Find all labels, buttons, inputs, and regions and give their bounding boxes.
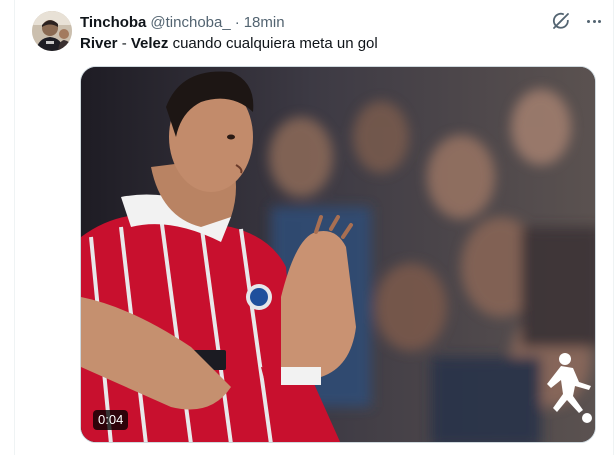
- separator-dot: ·: [234, 13, 240, 31]
- more-options-icon[interactable]: [584, 11, 604, 31]
- tweet-text-dash: -: [117, 35, 131, 52]
- tweet-card[interactable]: Tinchoba @tinchoba_ · 18min River - Vele…: [0, 0, 615, 455]
- timeline-border-left: [14, 0, 15, 455]
- video-frame: [81, 67, 595, 442]
- video-player[interactable]: 0:04: [80, 66, 596, 443]
- user-handle[interactable]: @tinchoba_: [150, 14, 230, 31]
- tweet-text-bold-river: River: [80, 35, 118, 52]
- tweet-text: River - Velez cuando cualquiera meta un …: [80, 34, 378, 54]
- display-name[interactable]: Tinchoba: [80, 14, 146, 31]
- video-duration-badge: 0:04: [93, 410, 129, 430]
- more-dot: [592, 19, 596, 23]
- tweet-text-bold-velez: Velez: [130, 35, 169, 52]
- tweet-timestamp[interactable]: 18min: [244, 14, 285, 31]
- timeline-border-right: [613, 0, 614, 455]
- tweet-header: Tinchoba @tinchoba_ · 18min: [80, 12, 285, 32]
- avatar[interactable]: [32, 11, 72, 51]
- grok-icon[interactable]: [551, 11, 571, 31]
- more-dot: [587, 19, 590, 23]
- more-dot: [598, 19, 601, 23]
- tweet-text-rest: cuando cualquiera meta un gol: [168, 35, 378, 52]
- player-kicking-logo-icon: [543, 350, 595, 424]
